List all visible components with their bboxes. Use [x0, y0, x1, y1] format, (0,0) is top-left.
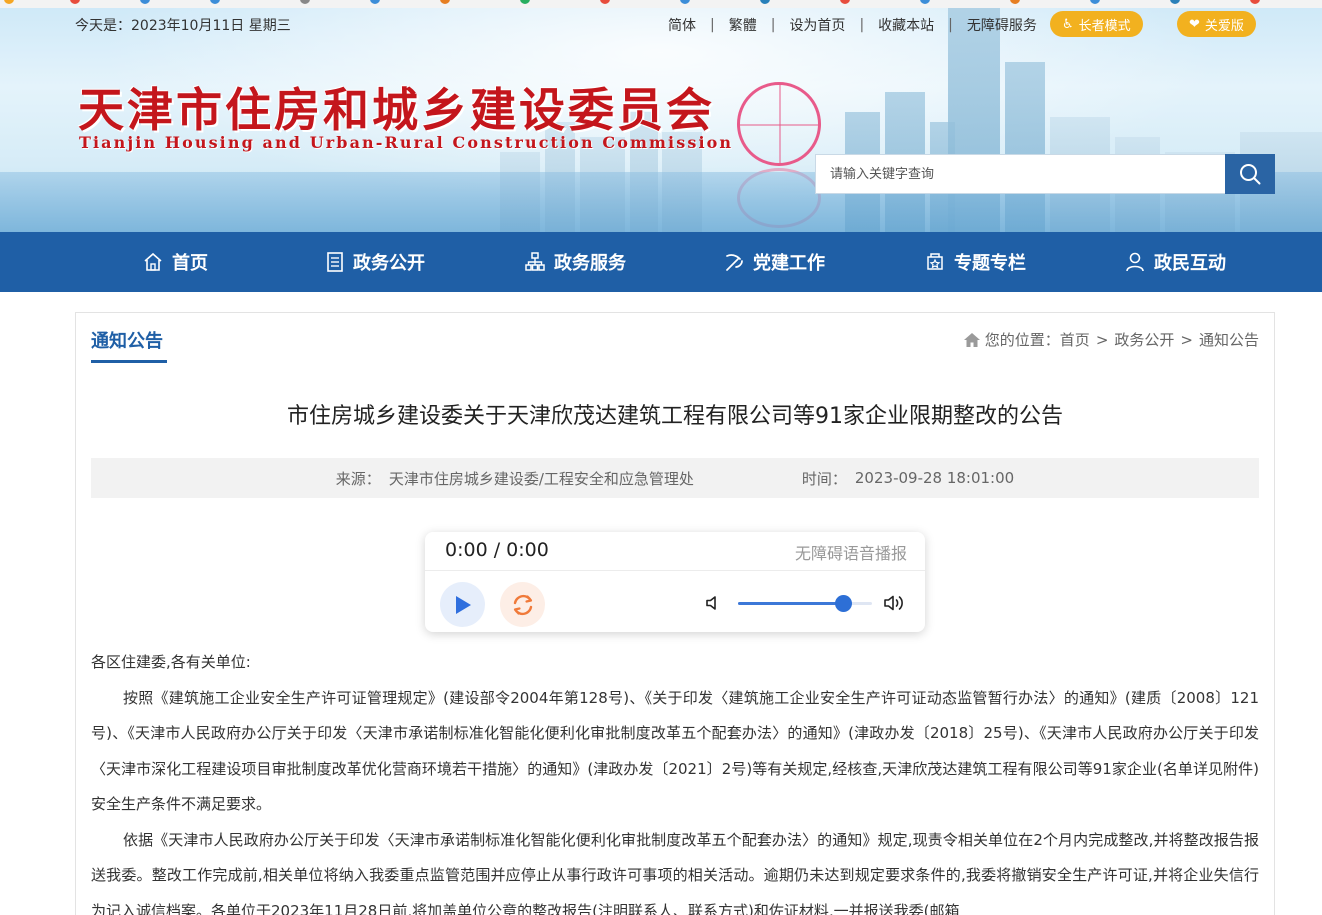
article-meta: 来源： 天津市住房城乡建设委/工程安全和应急管理处 时间： 2023-09-28… — [91, 458, 1259, 498]
nav-interaction-label: 政民互动 — [1154, 253, 1226, 274]
top-links: 简体 | 繁體 | 设为首页 | 收藏本站 | 无障碍服务 — [668, 15, 1037, 35]
nav-party-building-label: 党建工作 — [753, 253, 825, 274]
nav-special-topics[interactable]: 专题专栏 — [924, 232, 1026, 292]
breadcrumb: 您的位置： 首页 > 政务公开 > 通知公告 — [963, 329, 1259, 350]
volume-low-icon — [706, 596, 716, 610]
article-paragraph-2: 依据《天津市人民政府办公厅关于印发〈天津市承诺制标准化智能化便利化审批制度改革五… — [91, 830, 1259, 915]
browser-bookmark-bar — [0, 0, 1322, 8]
document-icon — [327, 252, 343, 272]
search-icon — [1240, 164, 1261, 185]
article-title: 市住房城乡建设委关于天津欣茂达建筑工程有限公司等91家企业限期整改的公告 — [287, 404, 1063, 429]
time-label: 时间： — [801, 469, 847, 488]
nav-home-label: 首页 — [172, 253, 208, 274]
party-icon — [726, 254, 743, 271]
section-title: 通知公告 — [91, 331, 163, 352]
loop-button[interactable] — [500, 582, 545, 627]
play-icon — [455, 595, 471, 614]
source-label: 来源： — [335, 469, 381, 488]
nav-gov-services-label: 政务服务 — [554, 253, 626, 274]
play-button[interactable] — [440, 582, 485, 627]
article-body: 各区住建委,各有关单位: 按照《建筑施工企业安全生产许可证管理规定》(建设部令2… — [91, 645, 1259, 915]
ferris-wheel — [737, 82, 821, 166]
audio-player: 0:00 / 0:00 无障碍语音播报 — [425, 532, 925, 632]
elder-mode-button[interactable]: ♿ 长者模式 — [1050, 11, 1143, 37]
services-icon — [525, 252, 545, 271]
link-simplified[interactable]: 简体 — [668, 15, 696, 35]
home-icon — [144, 252, 162, 271]
link-bookmark-site[interactable]: 收藏本站 — [878, 15, 934, 35]
nav-special-topics-label: 专题专栏 — [954, 253, 1026, 274]
breadcrumb-prefix: 您的位置： — [984, 331, 1060, 349]
breadcrumb-home[interactable]: 首页 — [1060, 329, 1090, 350]
audio-label: 无障碍语音播报 — [794, 544, 907, 563]
article-salutation: 各区住建委,各有关单位: — [91, 653, 251, 671]
volume-fill — [738, 602, 843, 605]
elder-icon: ♿ — [1062, 16, 1074, 32]
elder-mode-label: 长者模式 — [1078, 18, 1131, 34]
article-paragraph-1: 按照《建筑施工企业安全生产许可证管理规定》(建设部令2004年第128号)、《关… — [91, 688, 1259, 814]
nav-party-building[interactable]: 党建工作 — [723, 232, 825, 292]
search-box — [815, 154, 1275, 194]
main-nav: 首页 政务公开 政务服务 党建工作 专题专栏 政民互动 — [0, 232, 1322, 292]
nav-gov-affairs[interactable]: 政务公开 — [325, 232, 425, 292]
link-accessibility[interactable]: 无障碍服务 — [967, 15, 1037, 35]
loop-icon — [513, 594, 532, 615]
nav-gov-services[interactable]: 政务服务 — [524, 232, 626, 292]
logo-english[interactable]: Tianjin Housing and Urban-Rural Construc… — [79, 133, 733, 152]
nav-gov-affairs-label: 政务公开 — [353, 253, 425, 274]
search-button[interactable] — [1225, 154, 1275, 194]
link-traditional[interactable]: 繁體 — [729, 15, 757, 35]
nav-home[interactable]: 首页 — [142, 232, 208, 292]
article-time: 2023-09-28 18:01:00 — [854, 469, 1015, 487]
home-icon — [963, 332, 980, 347]
user-icon — [1126, 252, 1144, 272]
current-date: 今天是：2023年10月11日 星期三 — [75, 18, 291, 34]
volume-up-button[interactable] — [883, 593, 907, 617]
link-set-homepage[interactable]: 设为首页 — [789, 15, 845, 35]
section-underline — [91, 360, 167, 363]
search-input[interactable] — [815, 154, 1225, 194]
breadcrumb-notices[interactable]: 通知公告 — [1199, 329, 1259, 350]
care-mode-button[interactable]: ❤ 关爱版 — [1177, 11, 1256, 37]
volume-slider[interactable] — [738, 595, 872, 612]
audio-time: 0:00 / 0:00 — [445, 539, 549, 561]
care-icon: ❤ — [1189, 16, 1200, 32]
breadcrumb-gov-affairs[interactable]: 政务公开 — [1114, 329, 1174, 350]
article-source: 天津市住房城乡建设委/工程安全和应急管理处 — [388, 469, 694, 488]
volume-knob[interactable] — [834, 595, 852, 612]
volume-down-button[interactable] — [705, 594, 723, 616]
badge-icon — [927, 253, 943, 270]
nav-interaction[interactable]: 政民互动 — [1124, 232, 1226, 292]
volume-high-icon — [884, 595, 903, 611]
logo-chinese[interactable]: 天津市住房和城乡建设委员会 — [78, 74, 715, 140]
care-mode-label: 关爱版 — [1204, 18, 1244, 34]
